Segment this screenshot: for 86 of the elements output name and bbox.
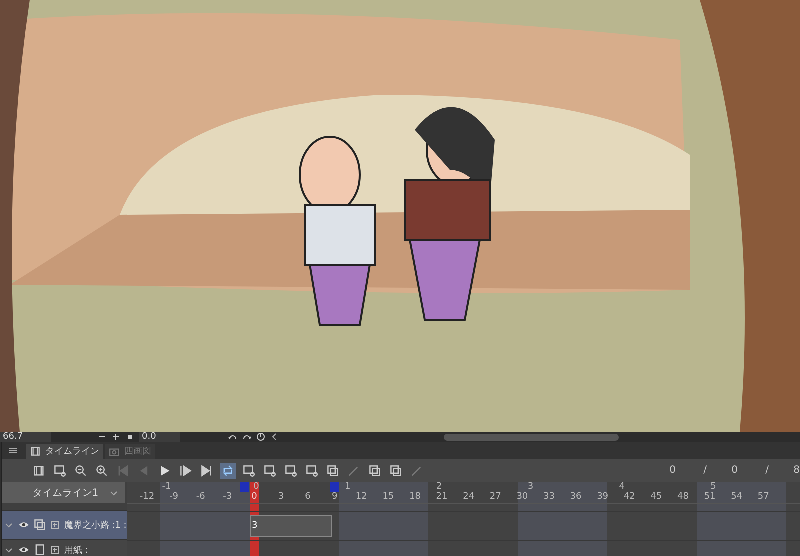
film-icon bbox=[33, 464, 46, 476]
second-label: 3 bbox=[528, 482, 534, 492]
step-forward-button[interactable] bbox=[178, 462, 194, 478]
zoom-out-icon bbox=[75, 464, 88, 476]
cell-number: 3 bbox=[250, 521, 258, 531]
play-icon bbox=[159, 464, 172, 476]
loop-button[interactable] bbox=[220, 462, 236, 478]
frame-label: -3 bbox=[222, 492, 234, 503]
frame-label: 15 bbox=[382, 492, 396, 503]
frame-add-button[interactable] bbox=[52, 462, 68, 478]
frame-label: 21 bbox=[435, 492, 449, 503]
film-icon bbox=[30, 446, 42, 457]
frame-label: 36 bbox=[569, 492, 583, 503]
frame-label: 54 bbox=[730, 492, 744, 503]
second-label: 0 bbox=[254, 482, 260, 492]
step-back-icon bbox=[138, 464, 150, 476]
second-label: -1 bbox=[162, 482, 172, 492]
frame-label: 3 bbox=[277, 492, 286, 503]
frame-counter: 0 bbox=[730, 465, 738, 476]
frame-label: 30 bbox=[516, 492, 530, 503]
pen-icon bbox=[348, 464, 360, 476]
zoom-field[interactable]: 66.7 bbox=[0, 432, 51, 442]
plus-box-icon[interactable] bbox=[50, 545, 60, 555]
plus-box-icon[interactable] bbox=[50, 520, 60, 530]
layer-name: 用紙 : bbox=[64, 544, 88, 556]
layer-icon bbox=[327, 464, 340, 476]
frame-counter: 8 bbox=[792, 465, 800, 476]
camera-icon bbox=[109, 446, 120, 457]
zoom-in-icon bbox=[96, 464, 108, 476]
second-label: 1 bbox=[345, 482, 351, 492]
step-forward-icon bbox=[180, 464, 192, 476]
layer-icon bbox=[390, 464, 402, 476]
frame-counter: / bbox=[764, 465, 769, 476]
frame-label: 9 bbox=[330, 492, 339, 503]
frame-label: 0 bbox=[250, 492, 258, 503]
frame-label: 27 bbox=[488, 492, 502, 503]
frame-label: -12 bbox=[138, 492, 156, 503]
frame-label: 33 bbox=[542, 492, 556, 503]
frame-add-icon bbox=[264, 464, 276, 476]
cell-bar[interactable]: 3 bbox=[250, 515, 332, 537]
layer-row[interactable]: 用紙 : bbox=[2, 539, 128, 556]
frame-label: -6 bbox=[195, 492, 206, 503]
frame-add-icon bbox=[54, 464, 66, 476]
timeline-dropdown[interactable]: タイムライン1 bbox=[2, 482, 126, 503]
paper-icon bbox=[34, 544, 46, 556]
frame-label: 48 bbox=[676, 492, 690, 503]
frame-label: 39 bbox=[596, 492, 610, 503]
skip-start-icon bbox=[117, 464, 130, 476]
frame-counter: 0 bbox=[668, 465, 676, 476]
frame-label: 24 bbox=[462, 492, 476, 503]
frame-label: 42 bbox=[622, 492, 636, 503]
pen-icon bbox=[411, 464, 424, 476]
frame-label: 51 bbox=[703, 492, 717, 503]
reset-icon[interactable] bbox=[256, 432, 266, 442]
frame-label: 45 bbox=[650, 492, 664, 503]
frame-add-button[interactable] bbox=[283, 462, 300, 478]
layer-button[interactable] bbox=[325, 462, 342, 478]
frame-add-button[interactable] bbox=[262, 462, 278, 478]
angle-field[interactable]: 0.0 bbox=[139, 432, 180, 442]
frame-add-button[interactable] bbox=[241, 462, 258, 478]
frame-label: -9 bbox=[168, 492, 180, 503]
loop-icon bbox=[222, 464, 234, 476]
menu-icon[interactable] bbox=[8, 446, 18, 456]
plus-icon[interactable] bbox=[111, 432, 121, 442]
frame-add-icon bbox=[285, 464, 298, 476]
layer-icon bbox=[34, 519, 46, 531]
panel-tab[interactable]: タイムライン bbox=[26, 444, 104, 459]
frame-label: 12 bbox=[354, 492, 368, 503]
layer-name: 魔界之小路 :1 : bbox=[64, 520, 127, 532]
scrollbar-thumb[interactable] bbox=[444, 434, 619, 440]
second-label: 2 bbox=[436, 482, 442, 492]
second-label: 5 bbox=[710, 482, 716, 492]
frame-label: 57 bbox=[756, 492, 770, 503]
frame-label: 18 bbox=[408, 492, 422, 503]
layer-row[interactable]: 魔界之小路 :1 : bbox=[2, 510, 128, 539]
second-label: 4 bbox=[619, 482, 625, 492]
frame-add-icon bbox=[243, 464, 256, 476]
skip-end-icon bbox=[201, 464, 214, 476]
square-icon[interactable] bbox=[125, 432, 135, 442]
frame-add-icon bbox=[306, 464, 318, 476]
layer-icon bbox=[369, 464, 382, 476]
layer-button[interactable] bbox=[367, 462, 384, 478]
frame-counter: / bbox=[702, 465, 707, 476]
layer-button[interactable] bbox=[388, 462, 404, 478]
frame-add-button[interactable] bbox=[304, 462, 320, 478]
frame-label: 6 bbox=[304, 492, 312, 503]
